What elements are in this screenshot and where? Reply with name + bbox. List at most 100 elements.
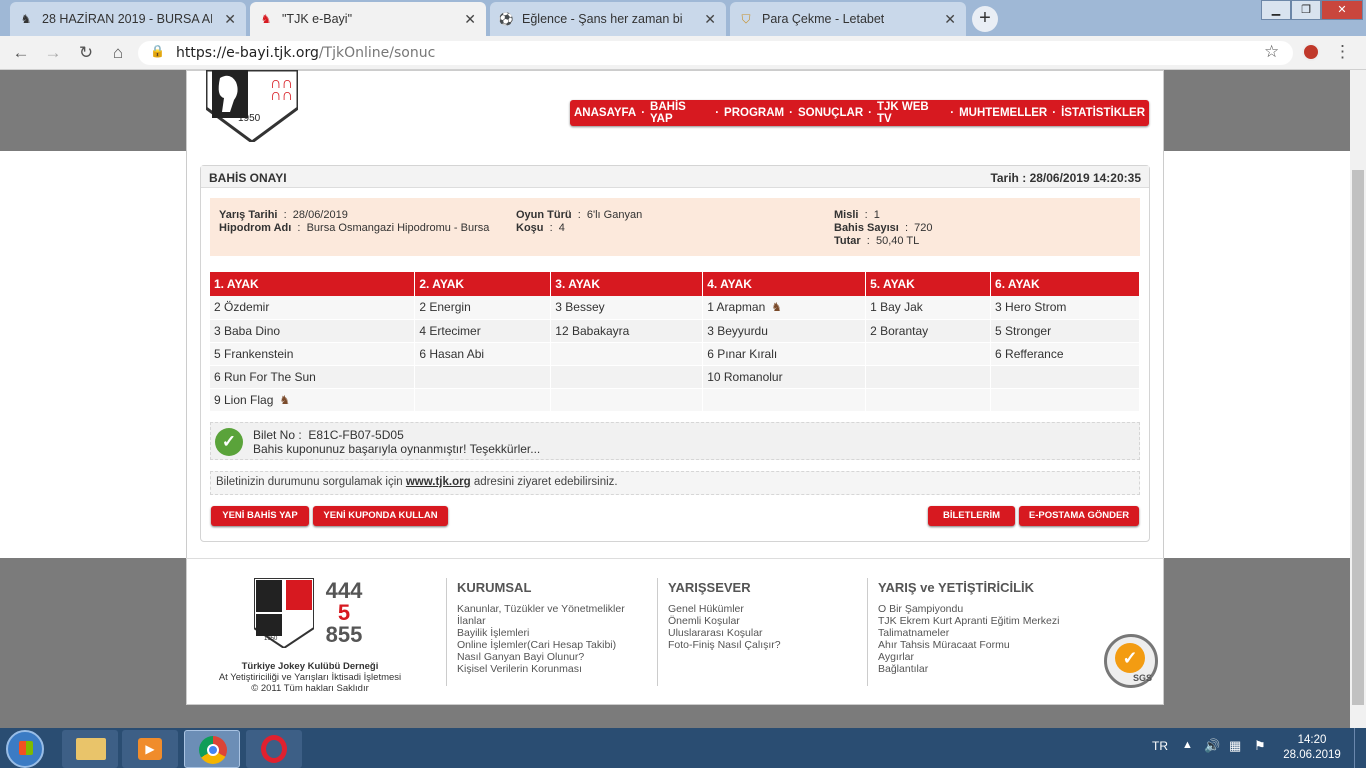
tjk-logo[interactable]: ∩∩ ∩∩ 1950	[206, 70, 298, 142]
browser-tab-2[interactable]: ♞ "TJK e-Bayi" ✕	[250, 2, 486, 36]
close-icon[interactable]: ✕	[944, 11, 956, 28]
forward-button[interactable]: →	[42, 42, 64, 64]
new-bet-button[interactable]: YENİ BAHİS YAP	[211, 506, 309, 526]
leg-header: 6. AYAK	[990, 272, 1140, 296]
horse-cell: 2 Özdemir	[210, 296, 416, 320]
horse-cell: 4 Ertecimer	[414, 319, 552, 343]
horse-cell: 10 Romanolur	[702, 365, 867, 389]
footer-link[interactable]: Genel Hükümler	[668, 603, 781, 615]
back-button[interactable]: ←	[10, 42, 32, 64]
footer-link[interactable]: O Bir Şampiyondu	[878, 603, 1059, 615]
info-bahis-sayisi: Bahis Sayısı : 720	[834, 222, 933, 234]
footer-link[interactable]: Bağlantılar	[878, 663, 1059, 675]
footer-divider	[186, 558, 1164, 559]
footer-yarissever-links: Genel Hükümler Önemli Koşular Uluslarara…	[668, 603, 781, 651]
scrollbar-thumb[interactable]	[1352, 170, 1364, 705]
footer-yetistiricilik-title: YARIŞ ve YETİŞTİRİCİLİK	[878, 580, 1035, 595]
minimize-button[interactable]: ▁	[1261, 0, 1291, 20]
tjk-link[interactable]: www.tjk.org	[406, 476, 471, 488]
lock-icon[interactable]: 🔒	[150, 44, 165, 58]
horse-cell: 6 Hasan Abi	[414, 342, 552, 366]
query-prefix: Biletinizin durumunu sorgulamak için	[216, 476, 403, 488]
sgs-certification-badge: ✓ SGS	[1104, 634, 1158, 688]
footer-link[interactable]: Foto-Finiş Nasıl Çalışır?	[668, 639, 781, 651]
use-in-new-coupon-button[interactable]: YENİ KUPONDA KULLAN	[313, 506, 448, 526]
show-desktop-button[interactable]	[1354, 728, 1366, 768]
footer-link[interactable]: Nasıl Ganyan Bayi Olunur?	[457, 651, 625, 663]
tab-title: Para Çekme - Letabet	[762, 12, 885, 26]
date-label: Tarih :	[990, 171, 1027, 185]
taskbar-chrome[interactable]	[184, 730, 240, 768]
horse-name: 1 Arapman	[707, 300, 766, 315]
footer-link[interactable]: Talimatnameler	[878, 627, 1059, 639]
sgs-label: SGS	[1133, 673, 1153, 683]
footer-link[interactable]: TJK Ekrem Kurt Apranti Eğitim Merkezi	[878, 615, 1059, 627]
extension-icon[interactable]	[1302, 43, 1320, 61]
action-center-icon[interactable]: ⚑	[1254, 738, 1266, 754]
horse-cell	[414, 388, 552, 412]
footer-link[interactable]: Ahır Tahsis Müracaat Formu	[878, 639, 1059, 651]
query-info: Biletinizin durumunu sorgulamak için www…	[210, 471, 1140, 495]
footer-link[interactable]: Uluslararası Koşular	[668, 627, 781, 639]
taskbar-opera[interactable]	[246, 730, 302, 768]
info-tutar: Tutar : 50,40 TL	[834, 235, 920, 247]
opera-icon	[261, 735, 287, 763]
maximize-button[interactable]: ❐	[1291, 0, 1321, 20]
footer-yetistiricilik-links: O Bir Şampiyondu TJK Ekrem Kurt Apranti …	[878, 603, 1059, 675]
home-button[interactable]: ⌂	[107, 42, 129, 64]
nav-tjk-web-tv[interactable]: TJK WEB TV	[873, 101, 949, 125]
horse-icon: ♞	[771, 300, 783, 315]
browser-tab-3[interactable]: ⚽ Eğlence - Şans her zaman bizimle ✕	[490, 2, 726, 36]
url-text[interactable]: https://e-bayi.tjk.org/TjkOnline/sonuc	[176, 45, 435, 61]
new-tab-button[interactable]: +	[972, 6, 998, 32]
horse-cell: 12 Babakayra	[550, 319, 704, 343]
table-row: 6 Run For The Sun 10 Romanolur	[210, 365, 1140, 389]
taskbar-file-explorer[interactable]	[62, 730, 118, 768]
info-oyun-turu: Oyun Türü : 6'lı Ganyan	[516, 209, 643, 221]
horse-cell: 3 Bessey	[550, 296, 704, 320]
nav-bahis-yap[interactable]: BAHİS YAP	[646, 101, 714, 125]
phone-part: 5	[337, 600, 351, 625]
close-window-button[interactable]: ✕	[1321, 0, 1363, 20]
taskbar-clock[interactable]: 14:20 28.06.2019	[1282, 733, 1342, 763]
nav-istatistikler[interactable]: İSTATİSTİKLER	[1057, 107, 1149, 119]
reload-button[interactable]: ↻	[75, 42, 97, 64]
footer-link[interactable]: Önemli Koşular	[668, 615, 781, 627]
horse-cell	[865, 365, 992, 389]
browser-tab-4[interactable]: ⛉ Para Çekme - Letabet ✕	[730, 2, 966, 36]
footer-link[interactable]: Online İşlemler(Cari Hesap Takibi)	[457, 639, 625, 651]
close-icon[interactable]: ✕	[704, 11, 716, 28]
nav-program[interactable]: PROGRAM	[720, 107, 788, 119]
horse-cell	[865, 342, 992, 366]
panel-date: Tarih : 28/06/2019 14:20:35	[990, 171, 1141, 185]
tray-expand-icon[interactable]: ▲	[1182, 739, 1193, 751]
close-icon[interactable]: ✕	[224, 11, 236, 28]
footer-link[interactable]: Bayilik İşlemleri	[457, 627, 625, 639]
org-name: Türkiye Jokey Kulübü Derneği	[241, 661, 379, 672]
footer-kurumsal-title: KURUMSAL	[457, 580, 532, 595]
tray-language[interactable]: TR	[1152, 739, 1168, 753]
footer-link[interactable]: Kişisel Verilerin Korunması	[457, 663, 625, 675]
horse-cell: 1 Bay Jak	[865, 296, 992, 320]
send-email-button[interactable]: E-POSTAMA GÖNDER	[1019, 506, 1139, 526]
url-path: /TjkOnline/sonuc	[318, 45, 436, 61]
nav-anasayfa[interactable]: ANASAYFA	[570, 107, 640, 119]
nav-muhtemeller[interactable]: MUHTEMELLER	[955, 107, 1051, 119]
footer-link[interactable]: İlanlar	[457, 615, 625, 627]
horse-cell	[990, 388, 1140, 412]
bookmark-star-icon[interactable]: ☆	[1264, 42, 1279, 62]
nav-sonuclar[interactable]: SONUÇLAR	[794, 107, 867, 119]
menu-icon[interactable]: ⋮	[1334, 42, 1351, 62]
footer-link[interactable]: Aygırlar	[878, 651, 1059, 663]
volume-icon[interactable]: 🔊	[1204, 738, 1220, 754]
network-icon[interactable]: ▦	[1229, 738, 1241, 754]
taskbar-media-player[interactable]: ▶	[122, 730, 178, 768]
ticket-value: E81C-FB07-5D05	[308, 428, 404, 442]
my-tickets-button[interactable]: BİLETLERİM	[928, 506, 1015, 526]
footer-link[interactable]: Kanunlar, Tüzükler ve Yönetmelikler	[457, 603, 625, 615]
footer-column-divider	[446, 578, 447, 686]
close-icon[interactable]: ✕	[464, 11, 476, 28]
panel-header: BAHİS ONAYI Tarih : 28/06/2019 14:20:35	[201, 166, 1149, 188]
browser-tab-1[interactable]: ♞ 28 HAZİRAN 2019 - BURSA ALTIL ✕	[10, 2, 246, 36]
leg-header: 1. AYAK	[210, 272, 416, 296]
